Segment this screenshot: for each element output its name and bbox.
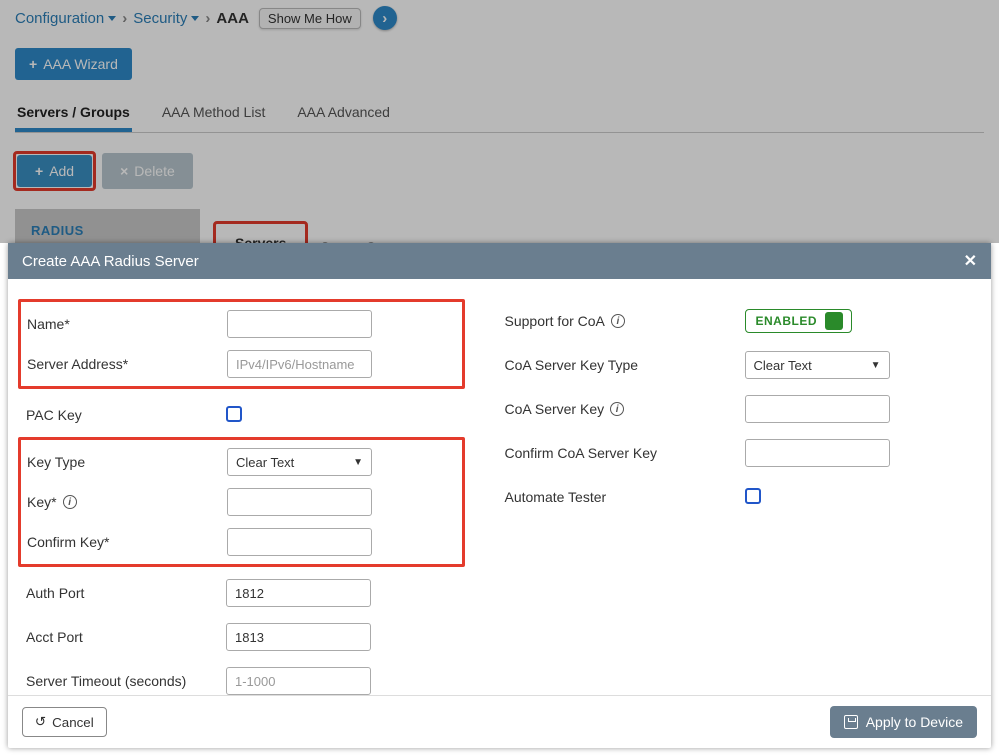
name-label: Name* (27, 316, 227, 332)
caret-down-icon (191, 16, 199, 21)
breadcrumb-aaa: AAA (216, 10, 249, 27)
show-me-how-label: Show Me How (268, 11, 352, 26)
breadcrumb-security[interactable]: Security (133, 10, 199, 27)
apply-label: Apply to Device (866, 714, 963, 730)
info-icon[interactable]: i (63, 495, 77, 509)
key-type-label: Key Type (27, 454, 227, 470)
coa-key-type-value: Clear Text (754, 358, 812, 373)
highlight-add: + Add (15, 153, 94, 189)
aaa-wizard-label: AAA Wizard (43, 56, 118, 72)
confirm-key-input[interactable] (227, 528, 372, 556)
chevron-right-icon: › (205, 10, 210, 27)
tab-servers-groups[interactable]: Servers / Groups (15, 96, 132, 132)
highlight-key-group: Key Type Clear Text ▼ Key* i (18, 437, 465, 567)
plus-icon: + (29, 56, 37, 72)
key-label: Key* i (27, 494, 227, 510)
show-me-how-button[interactable]: Show Me How (259, 8, 361, 29)
key-label-text: Key* (27, 494, 57, 510)
toggle-label: ENABLED (756, 314, 818, 328)
server-timeout-input[interactable] (226, 667, 371, 695)
toolbar: + Add × Delete (15, 153, 984, 189)
server-address-label: Server Address* (27, 356, 227, 372)
top-tabs: Servers / Groups AAA Method List AAA Adv… (15, 96, 984, 133)
automate-tester-label: Automate Tester (505, 489, 745, 505)
acct-port-label: Acct Port (26, 629, 226, 645)
confirm-coa-key-input[interactable] (745, 439, 890, 467)
tab-aaa-advanced[interactable]: AAA Advanced (295, 96, 392, 132)
left-column: Name* Server Address* PAC Key Key Type (18, 299, 465, 695)
name-input[interactable] (227, 310, 372, 338)
pac-key-checkbox[interactable] (226, 406, 242, 422)
key-type-select[interactable]: Clear Text ▼ (227, 448, 372, 476)
close-icon[interactable]: ✕ (964, 251, 977, 271)
breadcrumb-configuration[interactable]: Configuration (15, 10, 116, 27)
modal-title: Create AAA Radius Server (22, 253, 199, 270)
undo-icon: ↻ (35, 714, 46, 730)
auth-port-input[interactable] (226, 579, 371, 607)
tab-aaa-method-list[interactable]: AAA Method List (160, 96, 268, 132)
server-address-input[interactable] (227, 350, 372, 378)
info-icon[interactable]: i (610, 402, 624, 416)
cancel-button[interactable]: ↻ Cancel (22, 707, 107, 737)
modal-body: Name* Server Address* PAC Key Key Type (8, 279, 991, 695)
toggle-knob-icon (825, 312, 843, 330)
apply-to-device-button[interactable]: Apply to Device (830, 706, 977, 738)
breadcrumb-configuration-label: Configuration (15, 10, 104, 27)
coa-server-key-input[interactable] (745, 395, 890, 423)
support-coa-label: Support for CoA i (505, 313, 745, 329)
plus-icon: + (35, 163, 43, 179)
auth-port-label: Auth Port (26, 585, 226, 601)
info-icon[interactable]: i (611, 314, 625, 328)
caret-down-icon (108, 16, 116, 21)
delete-button[interactable]: × Delete (102, 153, 193, 189)
server-timeout-label: Server Timeout (seconds) (26, 673, 226, 689)
automate-tester-checkbox[interactable] (745, 488, 761, 504)
modal-footer: ↻ Cancel Apply to Device (8, 695, 991, 748)
breadcrumb-security-label: Security (133, 10, 187, 27)
cancel-label: Cancel (52, 715, 94, 730)
add-button[interactable]: + Add (17, 155, 92, 187)
key-type-value: Clear Text (236, 455, 294, 470)
coa-key-type-label: CoA Server Key Type (505, 357, 745, 373)
coa-key-text: CoA Server Key (505, 401, 605, 417)
support-coa-toggle[interactable]: ENABLED (745, 309, 853, 333)
show-me-how-arrow-icon[interactable]: › (373, 6, 397, 30)
chevron-down-icon: ▼ (353, 457, 363, 468)
acct-port-input[interactable] (226, 623, 371, 651)
aaa-wizard-button[interactable]: + AAA Wizard (15, 48, 132, 80)
coa-server-key-label: CoA Server Key i (505, 401, 745, 417)
delete-label: Delete (134, 163, 174, 179)
modal-header: Create AAA Radius Server ✕ (8, 243, 991, 279)
add-label: Add (49, 163, 74, 179)
x-icon: × (120, 163, 128, 179)
save-icon (844, 715, 858, 729)
confirm-coa-key-label: Confirm CoA Server Key (505, 445, 745, 461)
chevron-right-icon: › (122, 10, 127, 27)
support-coa-text: Support for CoA (505, 313, 605, 329)
pac-key-label: PAC Key (26, 407, 226, 423)
create-radius-server-modal: Create AAA Radius Server ✕ Name* Server … (8, 243, 991, 748)
coa-key-type-select[interactable]: Clear Text ▼ (745, 351, 890, 379)
highlight-name-address: Name* Server Address* (18, 299, 465, 389)
right-column: Support for CoA i ENABLED CoA Server Key… (505, 299, 982, 695)
confirm-key-label: Confirm Key* (27, 534, 227, 550)
chevron-down-icon: ▼ (871, 360, 881, 371)
breadcrumb: Configuration › Security › AAA Show Me H… (15, 0, 984, 40)
key-input[interactable] (227, 488, 372, 516)
